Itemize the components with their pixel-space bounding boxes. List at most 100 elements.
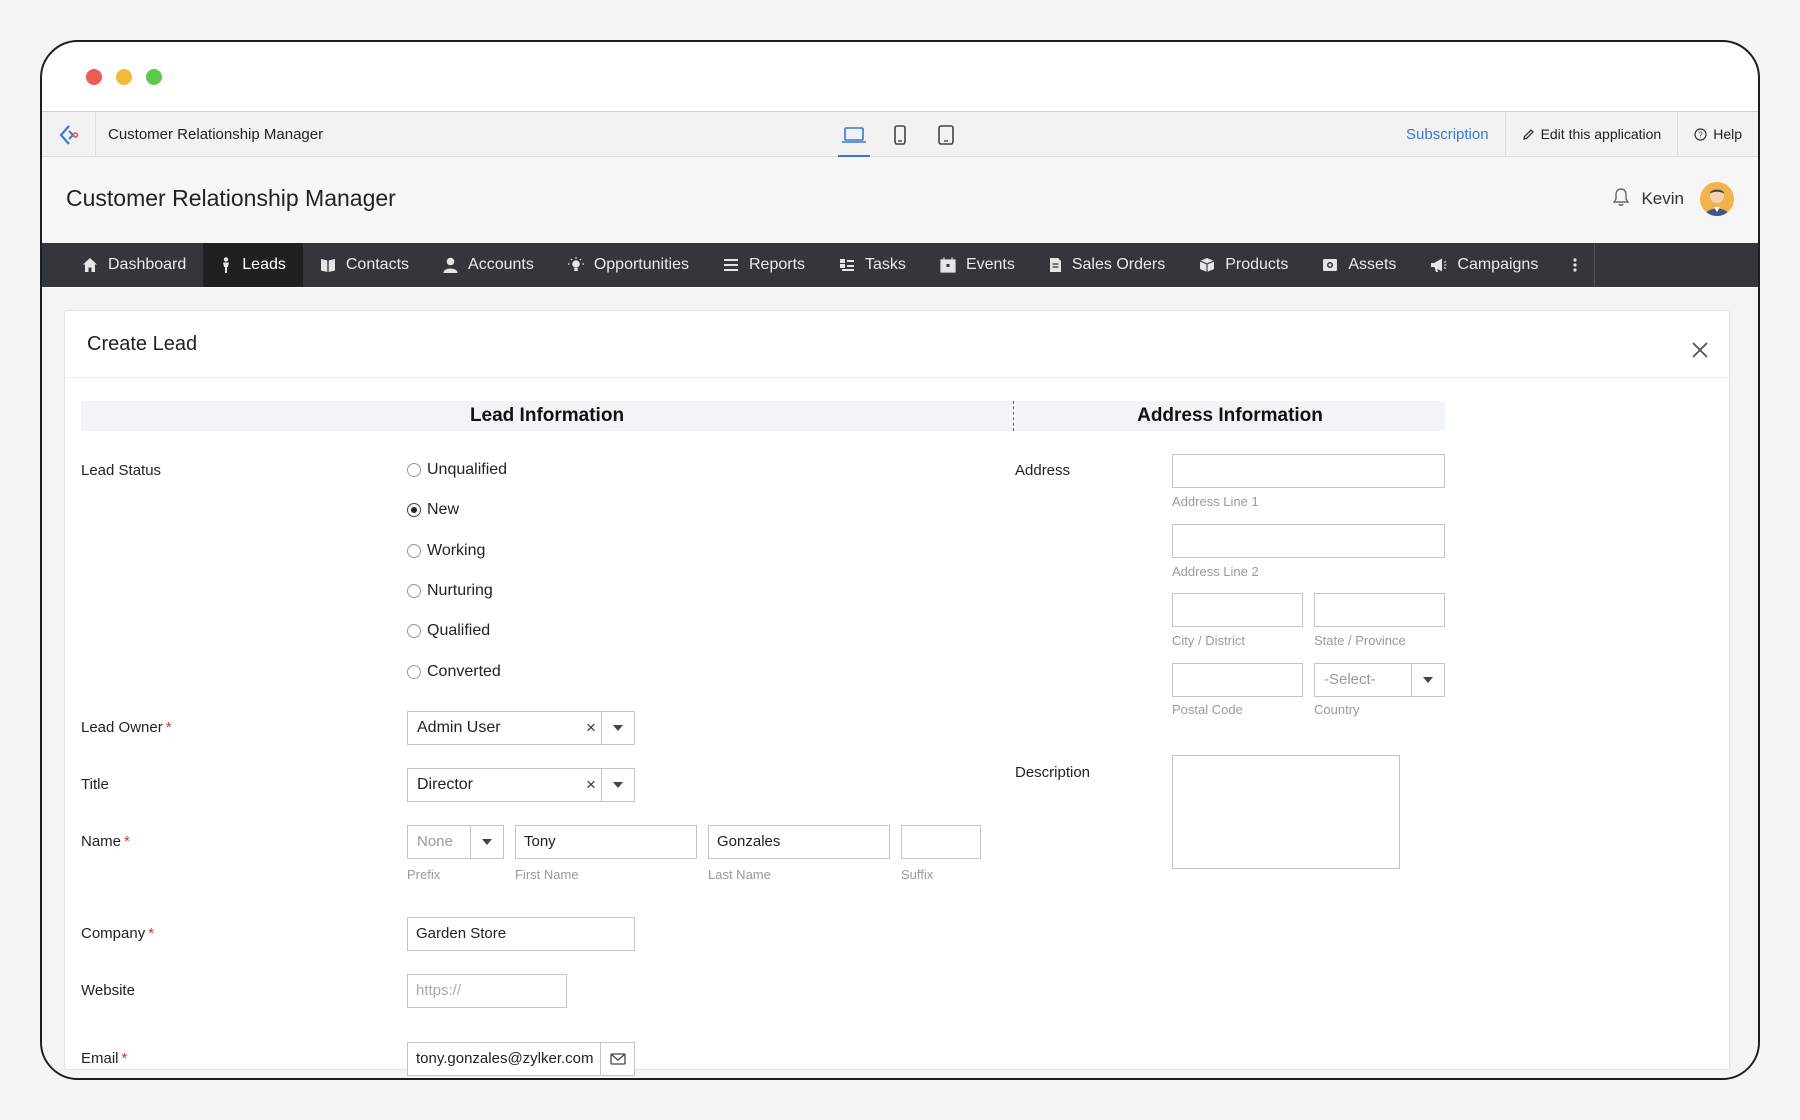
suffix-input[interactable] <box>901 825 981 859</box>
close-icon[interactable] <box>1691 341 1709 364</box>
state-hint: State / Province <box>1314 633 1406 648</box>
tablet-view-icon[interactable] <box>932 112 960 157</box>
list-icon <box>724 259 738 271</box>
suffix-hint: Suffix <box>901 867 934 882</box>
help-button[interactable]: ? Help <box>1677 112 1758 157</box>
status-radio-converted[interactable]: Converted <box>407 663 501 681</box>
country-hint: Country <box>1314 702 1360 717</box>
megaphone-icon <box>1431 258 1447 272</box>
nav-events[interactable]: Events <box>923 243 1032 287</box>
page-title: Customer Relationship Manager <box>66 185 396 211</box>
asset-icon <box>1323 259 1338 271</box>
dropdown-arrow-icon[interactable] <box>470 826 503 858</box>
nav-accounts[interactable]: Accounts <box>426 243 551 287</box>
nav-sales-orders[interactable]: Sales Orders <box>1032 243 1182 287</box>
box-icon <box>1200 258 1215 272</box>
name-label: Name * <box>81 833 130 850</box>
postal-code-hint: Postal Code <box>1172 702 1243 717</box>
status-radio-nurturing[interactable]: Nurturing <box>407 582 493 600</box>
required-mark: * <box>165 719 172 736</box>
browser-window: Customer Relationship Manager Subscripti… <box>40 40 1760 1080</box>
address-line1-hint: Address Line 1 <box>1172 494 1259 509</box>
home-icon <box>83 258 97 272</box>
country-select[interactable]: -Select- <box>1314 663 1445 697</box>
form-title: Create Lead <box>87 333 198 355</box>
company-input[interactable]: Garden Store <box>407 917 635 951</box>
website-input[interactable]: https:// <box>407 974 567 1008</box>
nav-dashboard[interactable]: Dashboard <box>65 243 203 287</box>
radio-label: Qualified <box>427 622 491 639</box>
user-avatar[interactable] <box>1700 182 1734 216</box>
minimize-window-button[interactable] <box>116 69 132 85</box>
title-label: Title <box>81 776 109 793</box>
address-label: Address <box>1015 462 1071 479</box>
calendar-icon <box>940 257 956 273</box>
notification-bell-icon[interactable] <box>1612 187 1630 212</box>
maximize-window-button[interactable] <box>146 69 162 85</box>
description-textarea[interactable] <box>1172 755 1400 869</box>
desktop-view-icon[interactable] <box>838 112 870 157</box>
radio-circle <box>407 503 421 517</box>
description-label: Description <box>1015 764 1091 781</box>
edit-application-button[interactable]: Edit this application <box>1504 112 1678 157</box>
edit-application-label: Edit this application <box>1540 126 1662 142</box>
address-line1-input[interactable] <box>1172 454 1445 488</box>
prefix-hint: Prefix <box>407 867 441 882</box>
state-input[interactable] <box>1314 593 1445 627</box>
required-mark: * <box>148 925 155 942</box>
prefix-select[interactable]: None <box>407 825 504 859</box>
subscription-link[interactable]: Subscription <box>1390 112 1505 157</box>
nav-contacts[interactable]: Contacts <box>303 243 426 287</box>
status-radio-unqualified[interactable]: Unqualified <box>407 461 507 479</box>
nav-campaigns[interactable]: Campaigns <box>1413 243 1555 287</box>
nav-opportunities[interactable]: Opportunities <box>551 243 706 287</box>
book-icon <box>320 258 335 272</box>
last-name-hint: Last Name <box>708 867 771 882</box>
mobile-view-icon[interactable] <box>886 112 914 157</box>
nav-more-button[interactable] <box>1555 243 1596 287</box>
status-radio-working[interactable]: Working <box>407 542 485 560</box>
address-line2-hint: Address Line 2 <box>1172 564 1259 579</box>
close-window-button[interactable] <box>86 69 102 85</box>
nav-label: Campaigns <box>1457 256 1539 273</box>
user-name[interactable]: Kevin <box>1641 189 1684 209</box>
last-name-input[interactable]: Gonzales <box>708 825 890 859</box>
radio-circle <box>407 463 421 477</box>
nav-products[interactable]: Products <box>1182 243 1305 287</box>
company-label: Company * <box>81 925 154 942</box>
radio-circle <box>407 544 421 558</box>
address-information-heading: Address Information <box>1015 401 1445 431</box>
pencil-icon <box>1522 129 1534 140</box>
clear-icon[interactable]: × <box>581 769 601 801</box>
dropdown-arrow-icon[interactable] <box>601 712 634 744</box>
page-header: Customer Relationship Manager Kevin <box>42 157 1758 243</box>
postal-code-input[interactable] <box>1172 663 1303 697</box>
radio-label: New <box>427 501 460 518</box>
app-logo-icon[interactable] <box>42 112 96 157</box>
required-mark: * <box>121 1050 128 1067</box>
first-name-hint: First Name <box>515 867 579 882</box>
dropdown-arrow-icon[interactable] <box>601 769 634 801</box>
status-radio-qualified[interactable]: Qualified <box>407 622 490 640</box>
nav-label: Leads <box>242 256 286 273</box>
nav-label: Products <box>1225 256 1289 273</box>
main-nav: Dashboard Leads Contacts Accounts Opport… <box>42 243 1758 287</box>
lead-owner-label: Lead Owner * <box>81 719 172 736</box>
address-line2-input[interactable] <box>1172 524 1445 558</box>
title-select[interactable]: Director × <box>407 768 635 802</box>
city-input[interactable] <box>1172 593 1303 627</box>
nav-assets[interactable]: Assets <box>1305 243 1413 287</box>
status-radio-new[interactable]: New <box>407 501 459 519</box>
first-name-input[interactable]: Tony <box>515 825 697 859</box>
email-input[interactable]: tony.gonzales@zylker.com <box>407 1042 635 1076</box>
dropdown-arrow-icon[interactable] <box>1411 664 1444 696</box>
clear-icon[interactable]: × <box>581 712 601 744</box>
mail-icon[interactable] <box>600 1042 634 1076</box>
nav-tasks[interactable]: Tasks <box>822 243 923 287</box>
name-label-text: Name <box>81 833 122 850</box>
city-hint: City / District <box>1172 633 1245 648</box>
lead-owner-select[interactable]: Admin User × <box>407 711 635 745</box>
nav-reports[interactable]: Reports <box>706 243 822 287</box>
device-preview-switcher <box>838 112 960 157</box>
nav-leads[interactable]: Leads <box>203 243 303 287</box>
